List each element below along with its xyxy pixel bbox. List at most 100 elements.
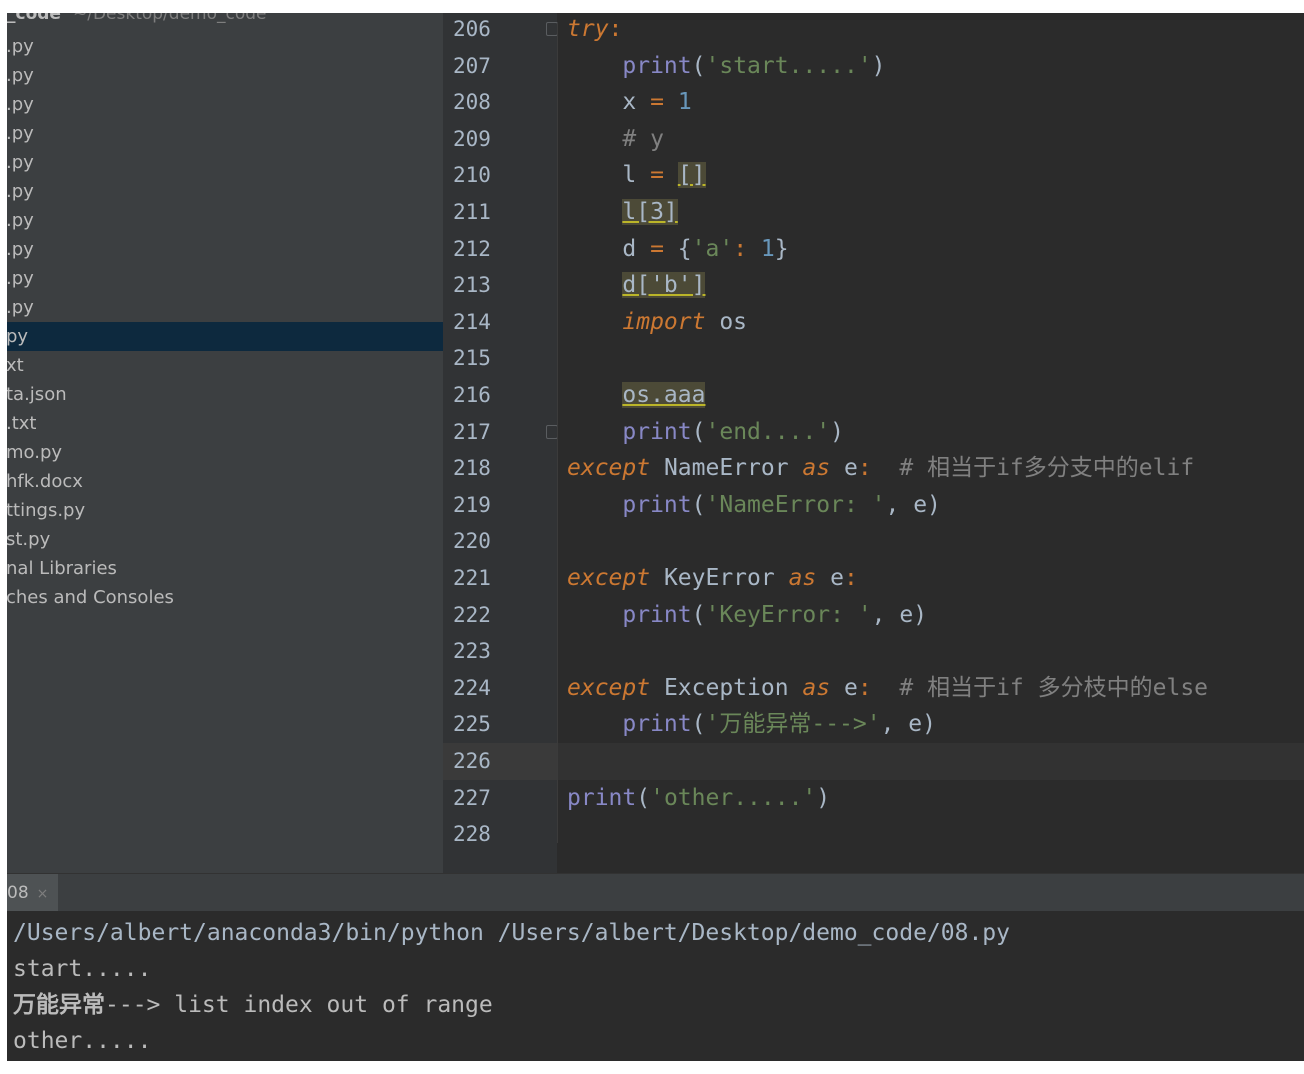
code-text: print('other.....')	[567, 780, 830, 817]
sidebar-item[interactable]: ches and Consoles	[7, 583, 443, 612]
sidebar-item-label: st.py	[7, 529, 51, 550]
line-number: 214	[443, 303, 557, 341]
code-line[interactable]: 210 l = []	[443, 157, 1304, 194]
sidebar-item[interactable]: .py	[7, 90, 443, 119]
sidebar-item-label: .py	[7, 36, 34, 57]
line-number: 206	[443, 13, 557, 48]
code-line[interactable]: 206 try:	[443, 13, 1304, 48]
sidebar-item[interactable]: .py	[7, 206, 443, 235]
code-token: {	[663, 235, 692, 262]
sidebar-item[interactable]: py	[7, 322, 443, 351]
sidebar-item-label: ta.json	[7, 384, 67, 405]
code-line[interactable]: 211 l[3]	[443, 194, 1304, 231]
code-line[interactable]: 225 print('万能异常--->', e)	[443, 706, 1304, 743]
sidebar-item[interactable]: st.py	[7, 525, 443, 554]
code-token: 'KeyError: '	[705, 601, 872, 628]
code-token: print	[622, 711, 692, 738]
code-token: os.aaa	[622, 382, 706, 408]
code-line[interactable]: 226	[443, 743, 1304, 780]
code-line[interactable]: 228	[443, 816, 1304, 853]
code-token: )	[816, 784, 831, 811]
code-token: as	[802, 455, 831, 482]
line-number: 219	[443, 486, 557, 524]
code-line[interactable]: 207 print('start.....')	[443, 47, 1304, 85]
code-line[interactable]: 220	[443, 523, 1304, 560]
code-line[interactable]: 208 x = 1	[443, 84, 1304, 121]
code-token: d	[567, 235, 651, 262]
code-line[interactable]: 221 except KeyError as e:	[443, 560, 1304, 597]
sidebar-item[interactable]: .py	[7, 32, 443, 61]
sidebar-item[interactable]: .py	[7, 264, 443, 293]
sidebar-item[interactable]: ttings.py	[7, 496, 443, 525]
code-text: x = 1	[567, 84, 691, 121]
code-token: print	[622, 601, 692, 628]
project-tree[interactable]: _code ~/Desktop/demo_code .py .py .py .py .py…	[7, 13, 443, 873]
code-text: print('万能异常--->', e)	[567, 706, 936, 743]
code-token: except	[567, 455, 651, 482]
code-line[interactable]: 217 print('end....')	[443, 413, 1304, 451]
code-line[interactable]: 224 except Exception as e: # 相当于if 多分枝中的e…	[443, 669, 1304, 707]
code-line[interactable]: 209 # y	[443, 120, 1304, 158]
code-line[interactable]: 219 print('NameError: ', e)	[443, 486, 1304, 524]
sidebar-item[interactable]: .py	[7, 148, 443, 177]
run-console[interactable]: /Users/albert/anaconda3/bin/python /User…	[7, 911, 1304, 1061]
code-line[interactable]: 213 d['b']	[443, 267, 1304, 304]
code-token: # 相当于if 多分枝中的else	[899, 674, 1209, 701]
code-token: (	[691, 418, 706, 445]
ide-window: _code ~/Desktop/demo_code .py .py .py .py .py…	[7, 13, 1304, 1061]
sidebar-item[interactable]: mo.py	[7, 438, 443, 467]
sidebar-item[interactable]: ta.json	[7, 380, 443, 409]
sidebar-item-label: hfk.docx	[7, 471, 83, 492]
run-tab[interactable]: 08 ×	[7, 874, 59, 912]
sidebar-item[interactable]: .py	[7, 119, 443, 148]
code-token: x	[567, 89, 651, 116]
sidebar-item[interactable]: xt	[7, 351, 443, 380]
line-number: 225	[443, 706, 557, 743]
code-token: (	[691, 601, 706, 628]
console-command: /Users/albert/anaconda3/bin/python /User…	[13, 920, 1010, 946]
code-token: e	[816, 565, 844, 591]
console-output-line: other.....	[13, 1028, 152, 1054]
code-line[interactable]: 216 os.aaa	[443, 377, 1304, 414]
project-name: _code	[7, 13, 61, 24]
code-line[interactable]: 227 print('other.....')	[443, 779, 1304, 817]
line-number: 210	[443, 157, 557, 194]
code-token: l[3]	[622, 199, 678, 225]
code-token: []	[677, 162, 706, 189]
code-line[interactable]: 223	[443, 633, 1304, 670]
sidebar-item[interactable]: .py	[7, 235, 443, 264]
sidebar-item[interactable]: .py	[7, 177, 443, 206]
code-editor[interactable]: 206 try: 207 print('start.....') 208 x = 12…	[443, 13, 1304, 873]
sidebar-item-label: ttings.py	[7, 500, 86, 521]
code-token: 'start.....'	[705, 52, 872, 79]
code-line[interactable]: 222 print('KeyError: ', e)	[443, 596, 1304, 634]
sidebar-item[interactable]: .py	[7, 61, 443, 90]
code-token: print	[622, 491, 692, 518]
sidebar-item[interactable]: hfk.docx	[7, 467, 443, 496]
line-number: 208	[443, 84, 557, 121]
code-line[interactable]: 218 except NameError as e: # 相当于if多分支中的el…	[443, 450, 1304, 487]
code-line[interactable]: 212 d = {'a': 1}	[443, 230, 1304, 268]
code-token: 1	[760, 235, 775, 262]
project-root[interactable]: _code ~/Desktop/demo_code	[7, 13, 267, 28]
line-number: 215	[443, 340, 557, 377]
sidebar-item[interactable]: .txt	[7, 409, 443, 438]
code-token: try	[567, 16, 609, 42]
sidebar-item[interactable]: .py	[7, 293, 443, 322]
code-token: as	[802, 674, 831, 701]
sidebar-item[interactable]: nal Libraries	[7, 554, 443, 583]
code-line[interactable]: 214 import os	[443, 303, 1304, 341]
sidebar-item-label: xt	[7, 355, 24, 376]
close-icon[interactable]: ×	[37, 886, 49, 902]
code-line[interactable]: 215	[443, 340, 1304, 377]
sidebar-item-label: py	[7, 326, 29, 347]
sidebar-item-label: .py	[7, 65, 34, 86]
